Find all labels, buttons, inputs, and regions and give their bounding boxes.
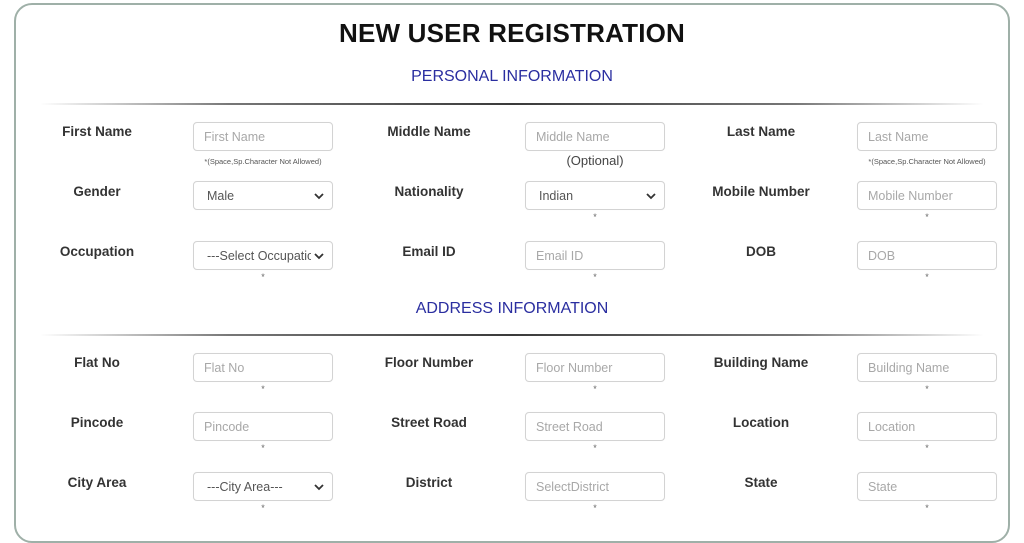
city-area-selected-value: ---City Area---	[207, 479, 283, 494]
first-name-label: First Name	[62, 124, 132, 139]
last-name-label: Last Name	[726, 124, 796, 139]
required-mark: *	[593, 443, 597, 453]
floor-number-input[interactable]	[525, 353, 665, 382]
city-area-label: City Area	[67, 475, 127, 490]
flat-no-input[interactable]	[193, 353, 333, 382]
pincode-label: Pincode	[70, 415, 124, 430]
required-mark: *	[261, 443, 265, 453]
divider-personal	[40, 103, 984, 105]
occupation-selected-value: ---Select Occupation---	[207, 248, 311, 263]
middle-name-label: Middle Name	[387, 124, 471, 139]
gender-label: Gender	[73, 184, 121, 199]
nationality-selected-value: Indian	[539, 188, 574, 203]
location-label: Location	[732, 415, 790, 430]
mobile-number-input[interactable]	[857, 181, 997, 210]
divider-address	[40, 334, 984, 336]
state-input[interactable]	[857, 472, 997, 501]
required-mark: *	[925, 384, 929, 394]
required-mark: *	[593, 503, 597, 513]
middle-name-optional-note: (Optional)	[566, 153, 624, 168]
flat-no-label: Flat No	[74, 355, 120, 370]
building-name-input[interactable]	[857, 353, 997, 382]
location-input[interactable]	[857, 412, 997, 441]
dob-label: DOB	[746, 244, 776, 259]
gender-selected-value: Male	[207, 188, 235, 203]
last-name-note: *(Space,Sp.Character Not Allowed)	[868, 157, 986, 166]
state-label: State	[744, 475, 778, 490]
chevron-down-icon	[646, 192, 656, 199]
required-mark: *	[261, 384, 265, 394]
required-mark: *	[925, 503, 929, 513]
pincode-input[interactable]	[193, 412, 333, 441]
floor-number-label: Floor Number	[384, 355, 474, 370]
required-mark: *	[925, 443, 929, 453]
required-mark: *	[261, 272, 265, 282]
email-input[interactable]	[525, 241, 665, 270]
nationality-select[interactable]: Indian	[525, 181, 665, 210]
gender-select[interactable]: Male	[193, 181, 333, 210]
occupation-select[interactable]: ---Select Occupation---	[193, 241, 333, 270]
nationality-label: Nationality	[394, 184, 464, 199]
chevron-down-icon	[314, 483, 324, 490]
street-road-input[interactable]	[525, 412, 665, 441]
required-mark: *	[593, 384, 597, 394]
required-mark: *	[593, 212, 597, 222]
first-name-input[interactable]	[193, 122, 333, 151]
occupation-label: Occupation	[59, 244, 135, 259]
section-title-address: ADDRESS INFORMATION	[415, 300, 609, 317]
page-title: NEW USER REGISTRATION	[338, 18, 686, 48]
required-mark: *	[925, 212, 929, 222]
email-label: Email ID	[402, 244, 456, 259]
street-road-label: Street Road	[391, 415, 467, 430]
last-name-input[interactable]	[857, 122, 997, 151]
district-label: District	[405, 475, 453, 490]
district-input[interactable]	[525, 472, 665, 501]
chevron-down-icon	[314, 252, 324, 259]
dob-input[interactable]	[857, 241, 997, 270]
middle-name-input[interactable]	[525, 122, 665, 151]
chevron-down-icon	[314, 192, 324, 199]
mobile-number-label: Mobile Number	[712, 184, 810, 199]
building-name-label: Building Name	[713, 355, 809, 370]
required-mark: *	[593, 272, 597, 282]
city-area-select[interactable]: ---City Area---	[193, 472, 333, 501]
section-title-personal: PERSONAL INFORMATION	[411, 68, 613, 85]
first-name-note: *(Space,Sp.Character Not Allowed)	[204, 157, 322, 166]
required-mark: *	[261, 503, 265, 513]
required-mark: *	[925, 272, 929, 282]
